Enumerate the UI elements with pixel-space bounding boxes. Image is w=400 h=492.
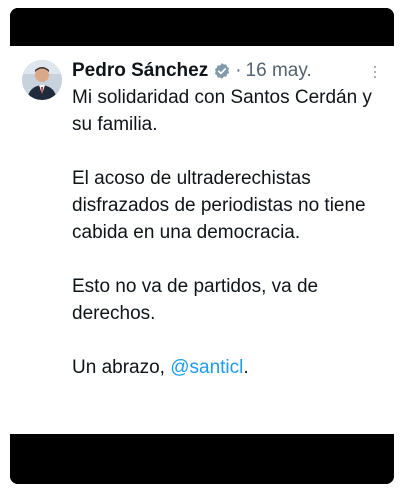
mention-link[interactable]: @santicl bbox=[170, 357, 243, 378]
header-separator: · bbox=[235, 60, 242, 81]
tweet-paragraph: El acoso de ultraderechistas disfrazados… bbox=[72, 168, 366, 243]
bottom-black-bar bbox=[10, 434, 394, 484]
tweet-header: Pedro Sánchez · 16 may. bbox=[72, 58, 382, 84]
top-black-bar bbox=[10, 8, 394, 46]
tweet-text: Mi solidaridad con Santos Cerdán y su fa… bbox=[72, 84, 384, 381]
closing-text: Un abrazo, bbox=[72, 357, 171, 378]
tweet-date[interactable]: 16 may. bbox=[246, 60, 312, 82]
tweet-paragraph: Mi solidaridad con Santos Cerdán y su fa… bbox=[72, 87, 372, 135]
verified-badge-icon bbox=[215, 63, 230, 79]
tweet-paragraph: Esto no va de partidos, va de derechos. bbox=[72, 276, 319, 324]
tweet-card[interactable]: Pedro Sánchez · 16 may. Mi solidaridad c… bbox=[10, 46, 394, 434]
closing-punctuation: . bbox=[243, 357, 249, 378]
author-avatar[interactable] bbox=[22, 60, 62, 100]
avatar-photo-icon bbox=[22, 60, 62, 100]
screenshot-frame: Pedro Sánchez · 16 may. Mi solidaridad c… bbox=[10, 8, 394, 484]
author-name[interactable]: Pedro Sánchez bbox=[72, 60, 208, 82]
tweet-closing: Un abrazo, @santicl. bbox=[72, 354, 384, 381]
more-options-icon[interactable] bbox=[368, 62, 382, 82]
